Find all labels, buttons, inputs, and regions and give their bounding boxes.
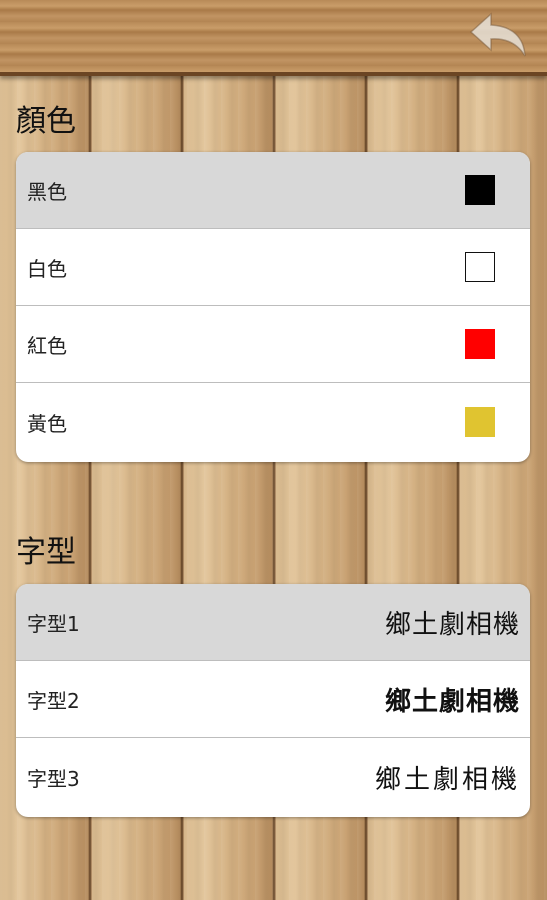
font-options-list: 字型1 鄉土劇相機 字型2 鄉土劇相機 字型3 鄉土劇相機 [16,584,530,817]
top-bar [0,0,547,76]
app-screen: 顏色 黑色 白色 紅色 黃色 字型 字型1 鄉土劇相機 字型2 鄉土劇相機 字型… [0,0,547,900]
color-option-label: 黃色 [27,411,67,436]
font-option-1[interactable]: 字型1 鄉土劇相機 [16,584,530,661]
font-option-label: 字型2 [27,688,80,713]
red-swatch [465,329,495,359]
color-option-yellow[interactable]: 黃色 [16,383,530,461]
font-option-3[interactable]: 字型3 鄉土劇相機 [16,738,530,816]
font-option-label: 字型3 [27,766,80,791]
back-arrow-icon [469,12,526,57]
color-section-title: 顏色 [16,104,76,139]
font-sample-text: 鄉土劇相機 [384,686,520,717]
color-option-label: 紅色 [27,333,67,358]
color-option-red[interactable]: 紅色 [16,306,530,383]
yellow-swatch [465,407,495,437]
font-section-title: 字型 [16,535,76,570]
font-sample-text: 鄉土劇相機 [384,609,520,640]
color-option-label: 黑色 [27,179,67,204]
black-swatch [465,175,495,205]
color-options-list: 黑色 白色 紅色 黃色 [16,152,530,462]
white-swatch [465,252,495,282]
color-option-black[interactable]: 黑色 [16,152,530,229]
font-sample-text: 鄉土劇相機 [374,764,520,795]
back-button[interactable] [467,10,529,62]
color-option-white[interactable]: 白色 [16,229,530,306]
color-option-label: 白色 [27,256,67,281]
font-option-label: 字型1 [27,611,80,636]
font-option-2[interactable]: 字型2 鄉土劇相機 [16,661,530,738]
